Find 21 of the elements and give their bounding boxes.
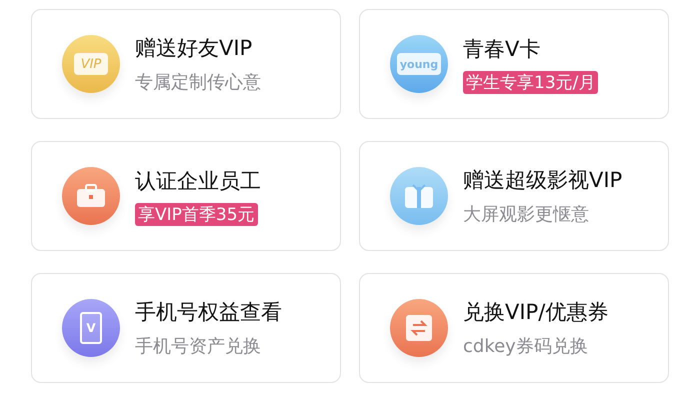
icon-label: V [80,312,102,344]
card-background[interactable]: 兑换VIP/优惠券 cdkey券码兑换 [359,273,669,383]
card-subtitle: 大屏观影更惬意 [463,203,589,226]
card-background[interactable]: 赠送超级影视VIP 大屏观影更惬意 [359,141,669,251]
card-title: 兑换VIP/优惠券 [463,299,608,326]
card-subtitle: cdkey券码兑换 [463,335,588,358]
card-background[interactable]: 认证企业员工 享VIP首季35元 [31,141,341,251]
card-background[interactable]: V 手机号权益查看 手机号资产兑换 [31,273,341,383]
card-title: 认证企业员工 [135,168,261,194]
promo-badge: 享VIP首季35元 [135,202,258,226]
card-title: 手机号权益查看 [135,299,282,326]
card-background[interactable]: VIP 赠送好友VIP 专属定制传心意 [31,9,341,119]
promo-badge: 学生专享13元/月 [463,70,598,94]
card-background[interactable]: young 青春V卡 学生专享13元/月 [359,9,669,119]
icon-label: young [396,53,442,75]
icon-label: VIP [74,53,108,75]
card-title: 青春V卡 [463,36,540,62]
card-subtitle: 专属定制传心意 [135,71,261,94]
card-title: 赠送超级影视VIP [463,167,622,194]
card-title: 赠送好友VIP [135,35,252,62]
card-subtitle: 手机号资产兑换 [135,335,261,358]
